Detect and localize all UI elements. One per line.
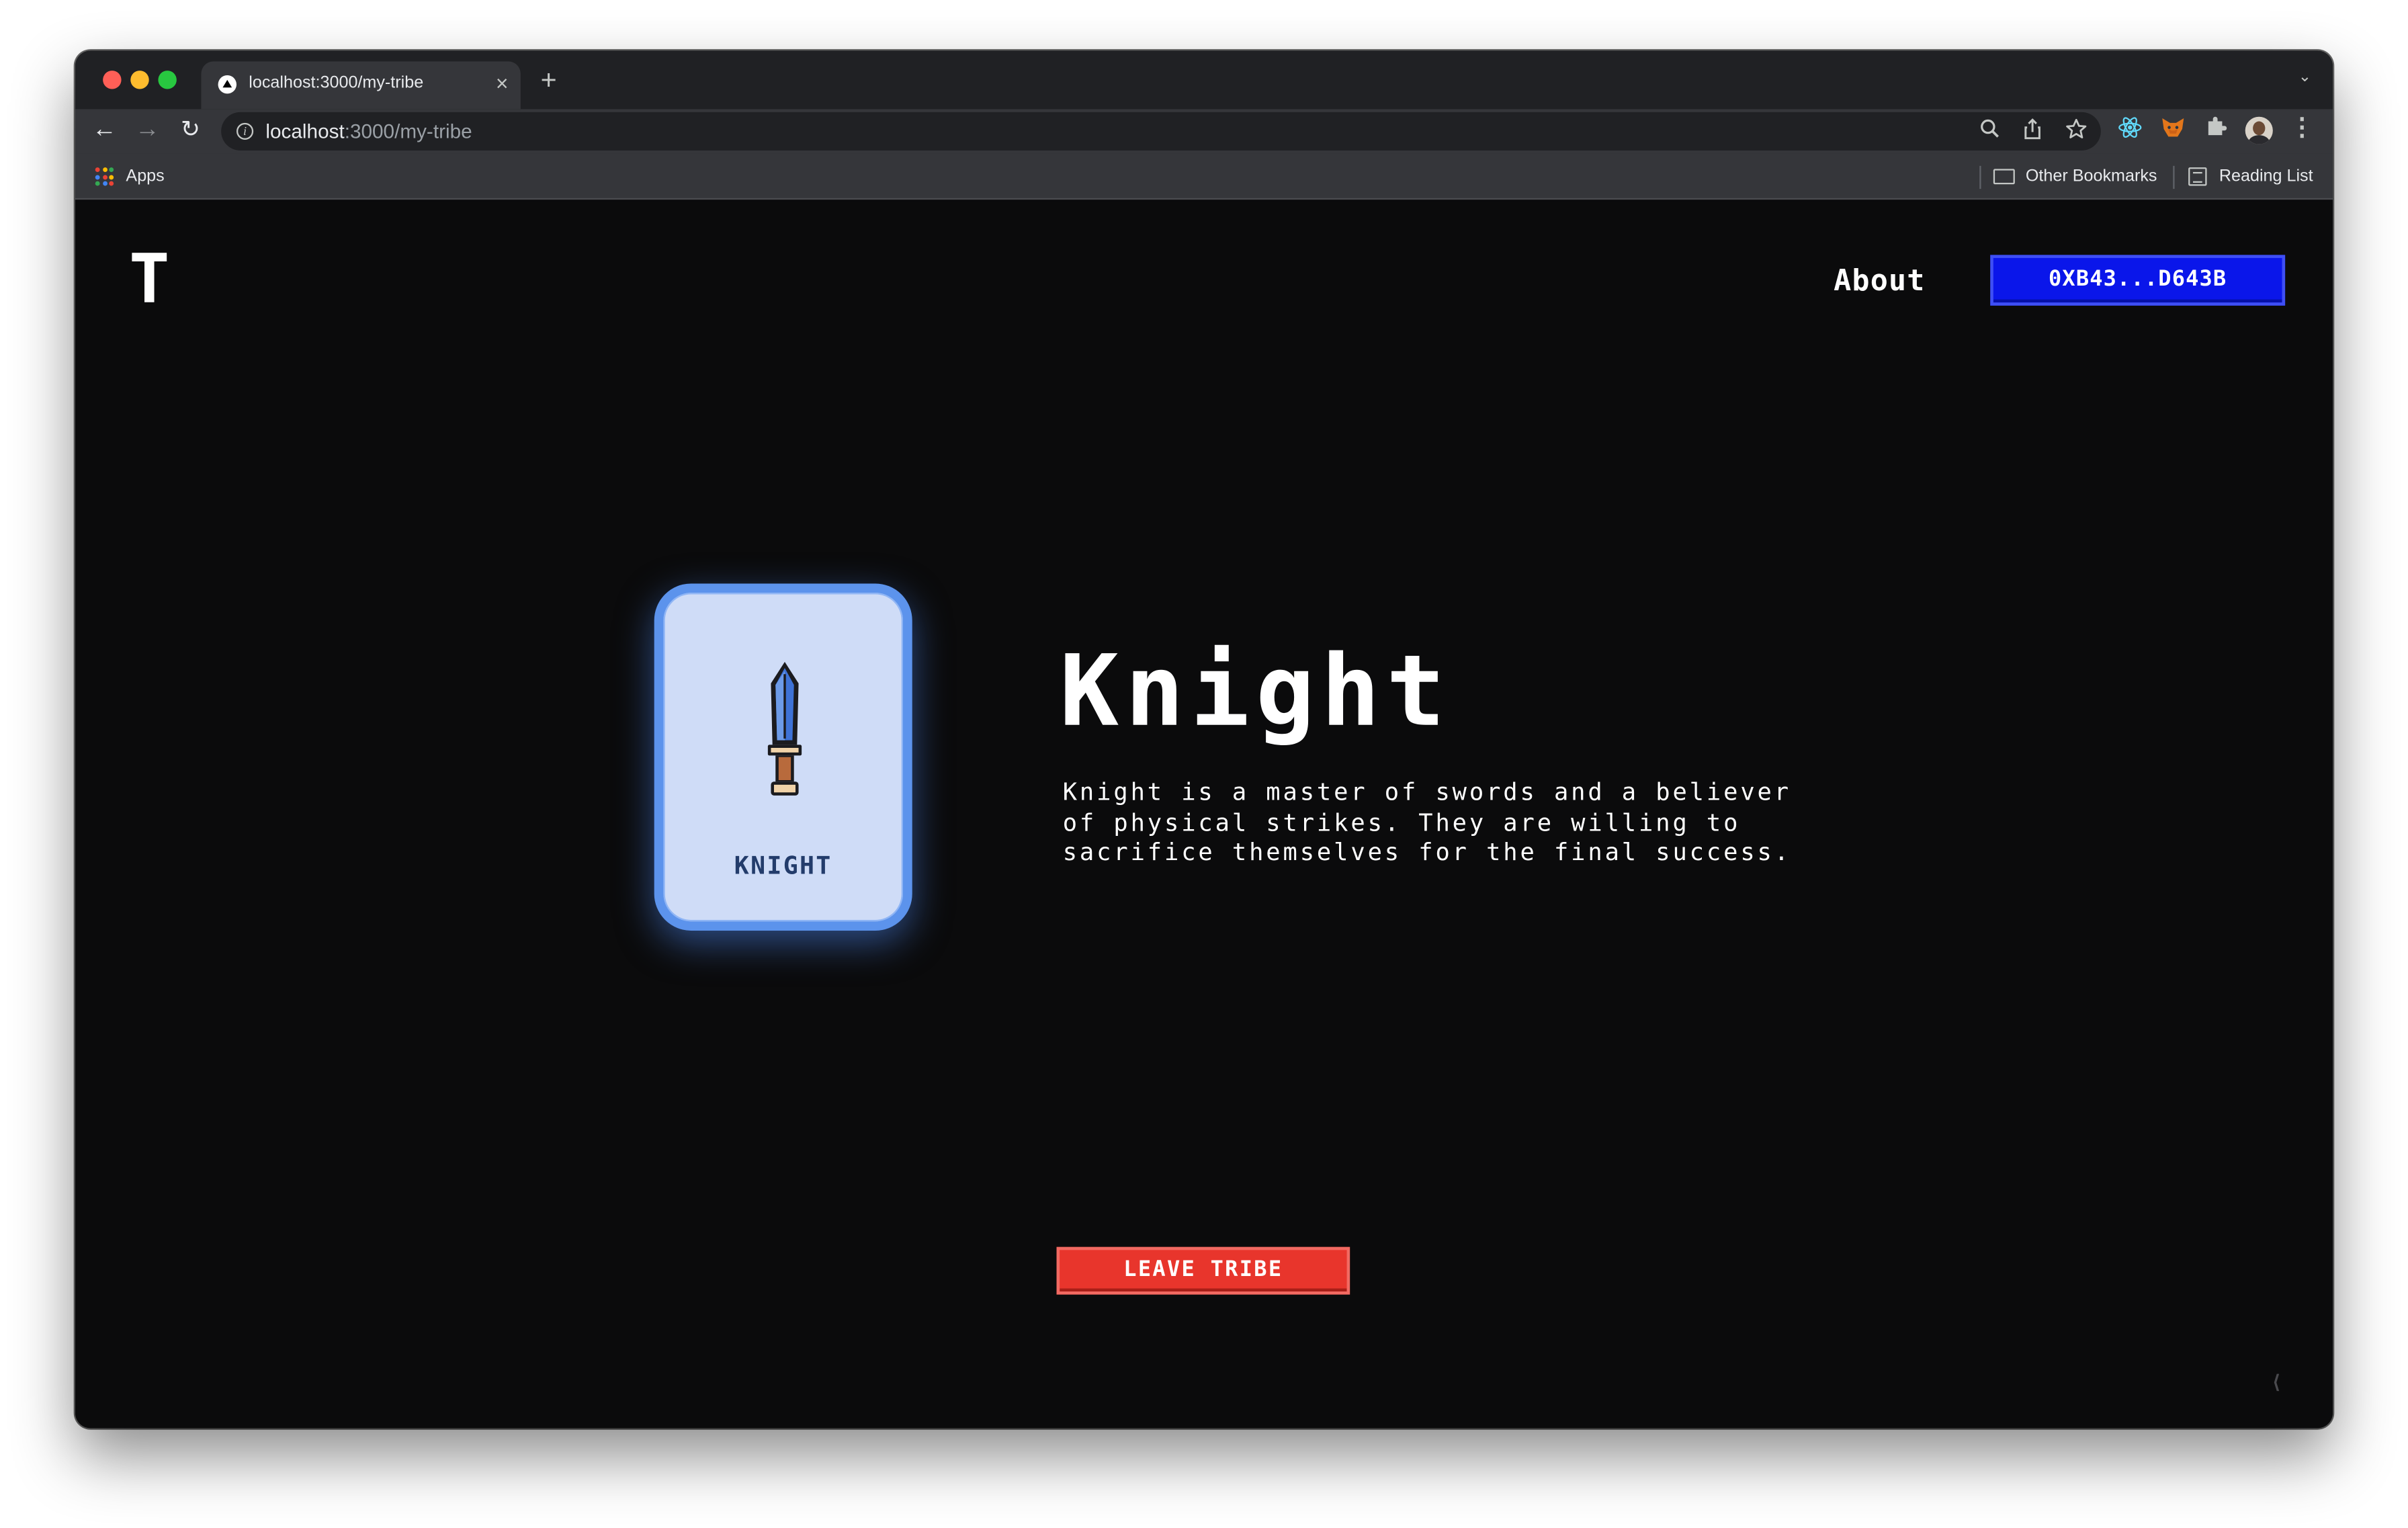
page-content: T About 0XB43...D643B KNIGHT Knight Knig… bbox=[75, 201, 2333, 1429]
react-icon[interactable] bbox=[2116, 115, 2144, 142]
new-tab-button[interactable]: + bbox=[541, 66, 557, 93]
other-bookmarks[interactable]: Other Bookmarks bbox=[2026, 167, 2157, 185]
bookmark-separator bbox=[2173, 165, 2175, 189]
site-info-icon[interactable]: i bbox=[236, 122, 254, 140]
leave-tribe-button[interactable]: LEAVE TRIBE bbox=[1056, 1246, 1350, 1295]
reload-button[interactable]: ↻ bbox=[175, 115, 206, 146]
sword-icon bbox=[767, 662, 802, 796]
tribe-card: KNIGHT bbox=[654, 583, 912, 931]
favicon-icon bbox=[218, 75, 236, 94]
close-window-button[interactable] bbox=[103, 71, 122, 89]
url-text[interactable]: localhost:3000/my-tribe bbox=[265, 120, 472, 142]
wallet-address-button[interactable]: 0XB43...D643B bbox=[1990, 255, 2286, 306]
corner-indicator-icon: ⟨ bbox=[2272, 1371, 2280, 1393]
bookmarks-bar: Apps Other Bookmarks Reading List bbox=[75, 153, 2333, 200]
browser-window: localhost:3000/my-tribe × + ⌄ ← → ↻ i lo… bbox=[75, 50, 2333, 1429]
maximize-window-button[interactable] bbox=[158, 71, 177, 89]
puzzle-icon[interactable] bbox=[2202, 115, 2230, 142]
browser-tab[interactable]: localhost:3000/my-tribe × bbox=[201, 61, 521, 110]
star-icon[interactable] bbox=[2063, 118, 2089, 144]
zoom-icon[interactable] bbox=[1977, 118, 2003, 144]
forward-button[interactable]: → bbox=[132, 115, 163, 146]
apps-grid-icon[interactable] bbox=[95, 167, 114, 186]
tab-search-icon[interactable]: ⌄ bbox=[2298, 69, 2311, 86]
nav-about-link[interactable]: About bbox=[1834, 264, 1925, 298]
fox-icon[interactable] bbox=[2159, 115, 2187, 142]
folder-icon bbox=[1993, 169, 2015, 185]
tab-title: localhost:3000/my-tribe bbox=[249, 73, 424, 93]
profile-avatar[interactable] bbox=[2245, 116, 2273, 144]
bookmark-separator bbox=[1979, 165, 1981, 189]
apps-bookmark[interactable]: Apps bbox=[126, 167, 164, 185]
tribe-description: Knight is a master of swords and a belie… bbox=[1062, 778, 1791, 866]
kebab-menu-icon[interactable]: ⋮ bbox=[2288, 115, 2316, 142]
reading-list-icon bbox=[2188, 167, 2207, 186]
share-icon[interactable] bbox=[2020, 118, 2046, 144]
address-bar[interactable]: i localhost:3000/my-tribe bbox=[221, 112, 2101, 151]
browser-toolbar: ← → ↻ i localhost:3000/my-tribe ⋮ bbox=[75, 109, 2333, 154]
tribe-title: Knight bbox=[1060, 636, 1452, 750]
back-button[interactable]: ← bbox=[89, 115, 120, 146]
tab-close-icon[interactable]: × bbox=[496, 71, 509, 95]
card-label: KNIGHT bbox=[734, 851, 832, 880]
minimize-window-button[interactable] bbox=[130, 71, 149, 89]
reading-list[interactable]: Reading List bbox=[2219, 167, 2313, 185]
url-path: :3000/my-tribe bbox=[344, 120, 472, 143]
tab-strip: localhost:3000/my-tribe × + ⌄ bbox=[75, 50, 2333, 110]
url-host: localhost bbox=[265, 120, 345, 143]
site-logo[interactable]: T bbox=[129, 247, 170, 314]
